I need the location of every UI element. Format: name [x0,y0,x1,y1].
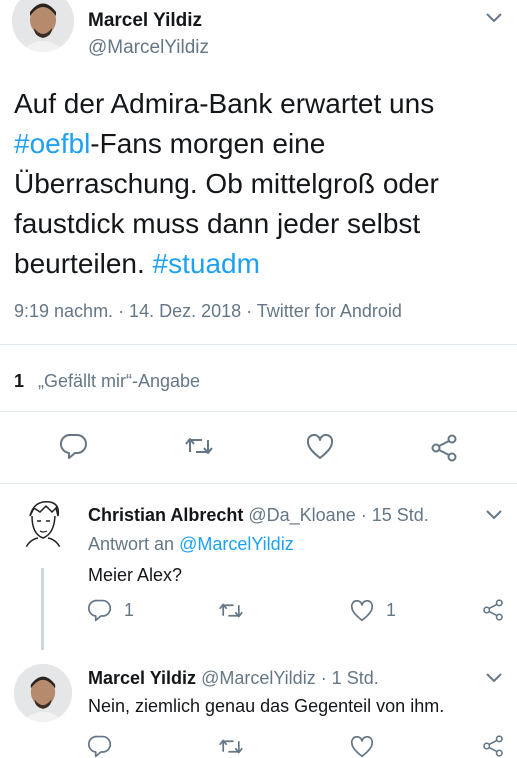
reply-count: 1 [124,600,135,620]
share-icon[interactable] [482,599,504,621]
reply-header: Marcel Yildiz @MarcelYildiz · 1 Std. [88,668,379,689]
like-icon[interactable] [350,736,374,758]
divider [0,483,517,484]
hashtag-link[interactable]: #oefbl [14,128,90,159]
likes-label: „Gefällt mir“-Angabe [38,371,201,391]
thread-line [41,568,44,650]
chevron-down-icon[interactable] [485,672,503,684]
share-icon[interactable] [482,735,504,757]
reply-handle-time[interactable]: @MarcelYildiz · 1 Std. [201,668,379,688]
reply-header: Christian Albrecht @Da_Kloane · 15 Std. [88,505,429,526]
like-count: 1 [386,600,397,620]
reply-prefix: Antwort an [88,534,175,554]
tweet-meta: 9:19 nachm. · 14. Dez. 2018 · Twitter fo… [14,301,402,321]
reply-author-name[interactable]: Christian Albrecht [88,505,243,525]
divider [0,344,517,345]
avatar[interactable] [14,494,72,552]
chevron-down-icon[interactable] [485,12,503,24]
chevron-down-icon[interactable] [485,509,503,521]
like-icon[interactable] [306,434,334,460]
reply-author-name[interactable]: Marcel Yildiz [88,668,196,688]
author-name[interactable]: Marcel Yildiz [88,10,202,32]
reply-to-link[interactable]: @MarcelYildiz [179,534,294,554]
reply-text: Nein, ziemlich genau das Gegenteil von i… [88,696,445,716]
retweet-icon[interactable] [184,434,214,458]
reply-context: Antwort an @MarcelYildiz [88,534,294,555]
reply-icon[interactable] [88,734,112,758]
divider [0,411,517,412]
tweet-text-part: Auf der Admira-Bank erwartet uns [14,88,435,119]
like-icon[interactable] [350,600,374,622]
share-icon[interactable] [430,434,458,462]
reply-text: Meier Alex? [88,565,183,585]
likes-stat[interactable]: 1 „Gefällt mir“-Angabe [14,371,200,392]
retweet-icon[interactable] [218,600,244,621]
likes-count: 1 [14,371,25,391]
reply-icon[interactable] [88,598,112,622]
tweet-text: Auf der Admira-Bank erwartet uns #oefbl-… [14,84,494,284]
retweet-icon[interactable] [218,736,244,757]
author-handle[interactable]: @MarcelYildiz [88,37,209,59]
avatar[interactable] [12,0,74,52]
reply-icon[interactable] [60,432,88,460]
avatar[interactable] [14,664,72,722]
hashtag-link[interactable]: #stuadm [153,248,260,279]
reply-handle-time[interactable]: @Da_Kloane · 15 Std. [248,505,428,525]
